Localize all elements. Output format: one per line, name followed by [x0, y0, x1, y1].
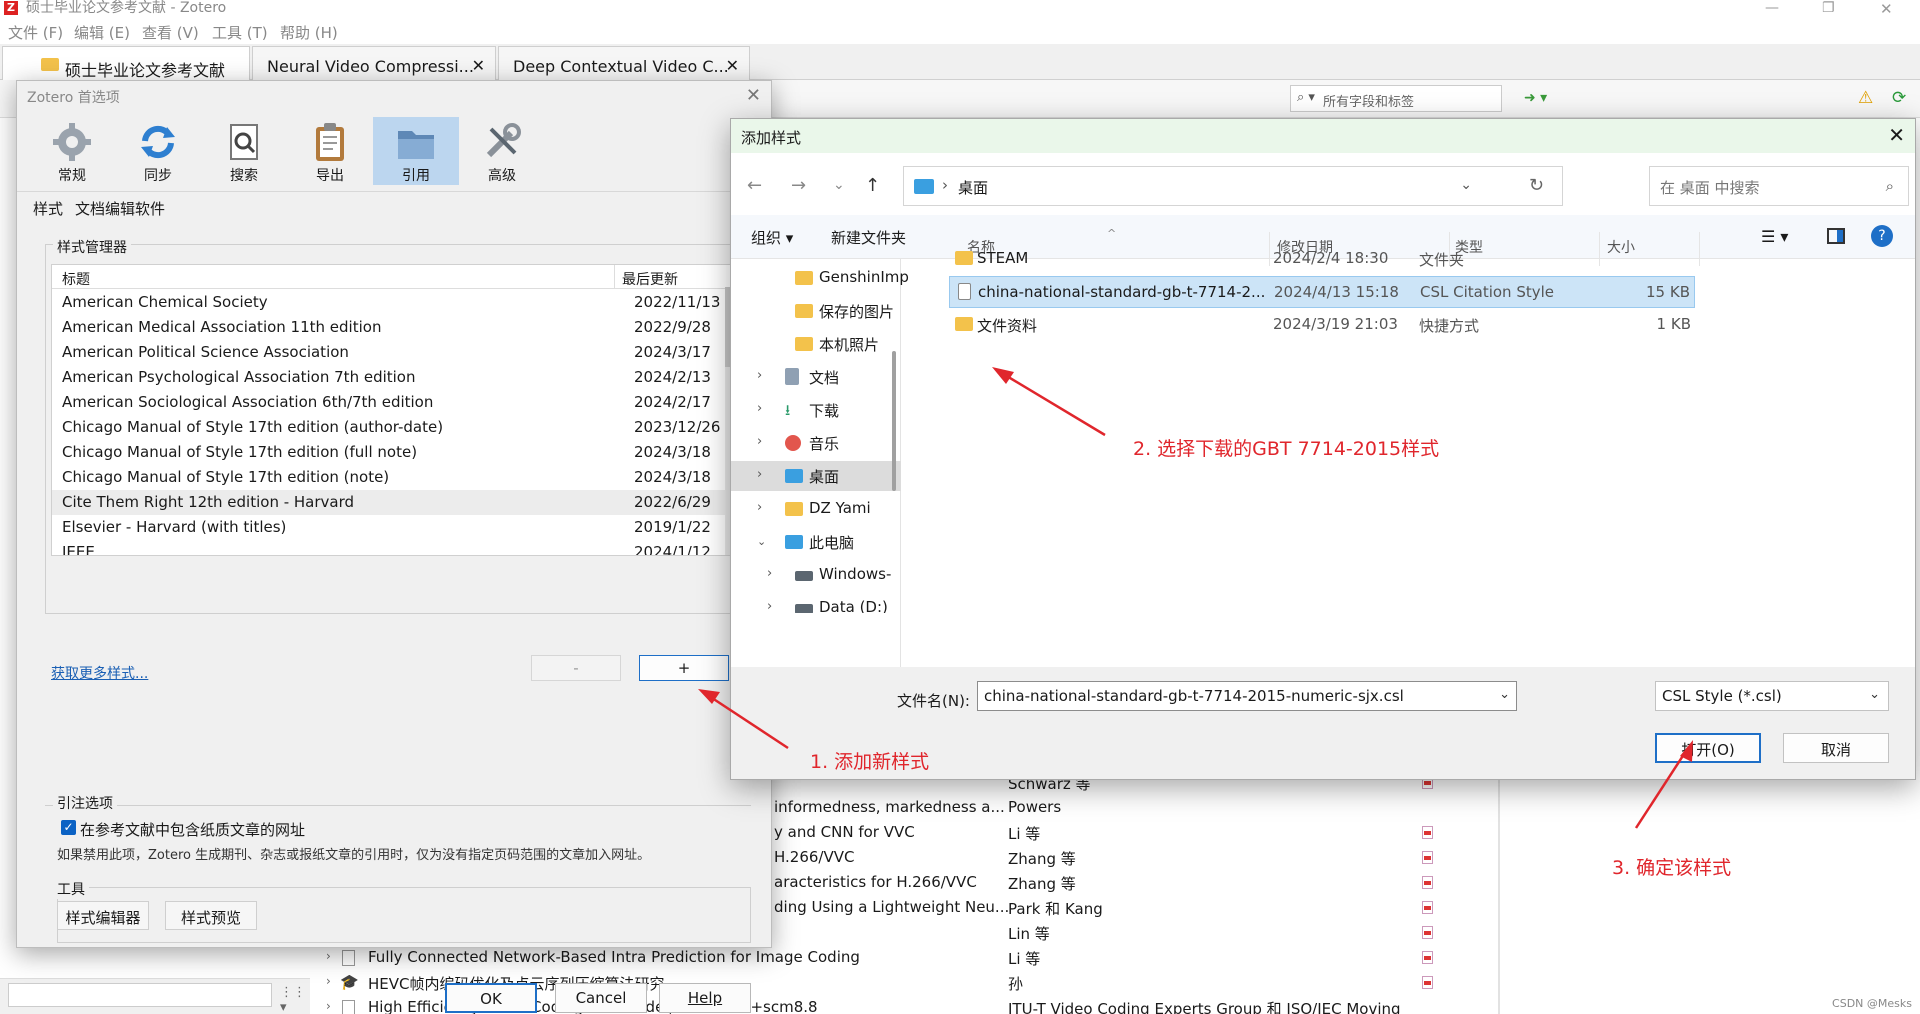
annotation-step-1: 1. 添加新样式: [810, 751, 930, 773]
arrow-step-2: [999, 370, 1106, 437]
arrow-step-1: [705, 692, 789, 750]
watermark: CSDN @Mesks: [1832, 997, 1912, 1010]
arrowhead-step-2: [992, 367, 1014, 384]
arrow-step-3: [1634, 747, 1690, 829]
annotation-step-3: 3. 确定该样式: [1612, 857, 1732, 879]
annotation-step-2: 2. 选择下载的GBT 7714-2015样式: [1133, 438, 1440, 460]
